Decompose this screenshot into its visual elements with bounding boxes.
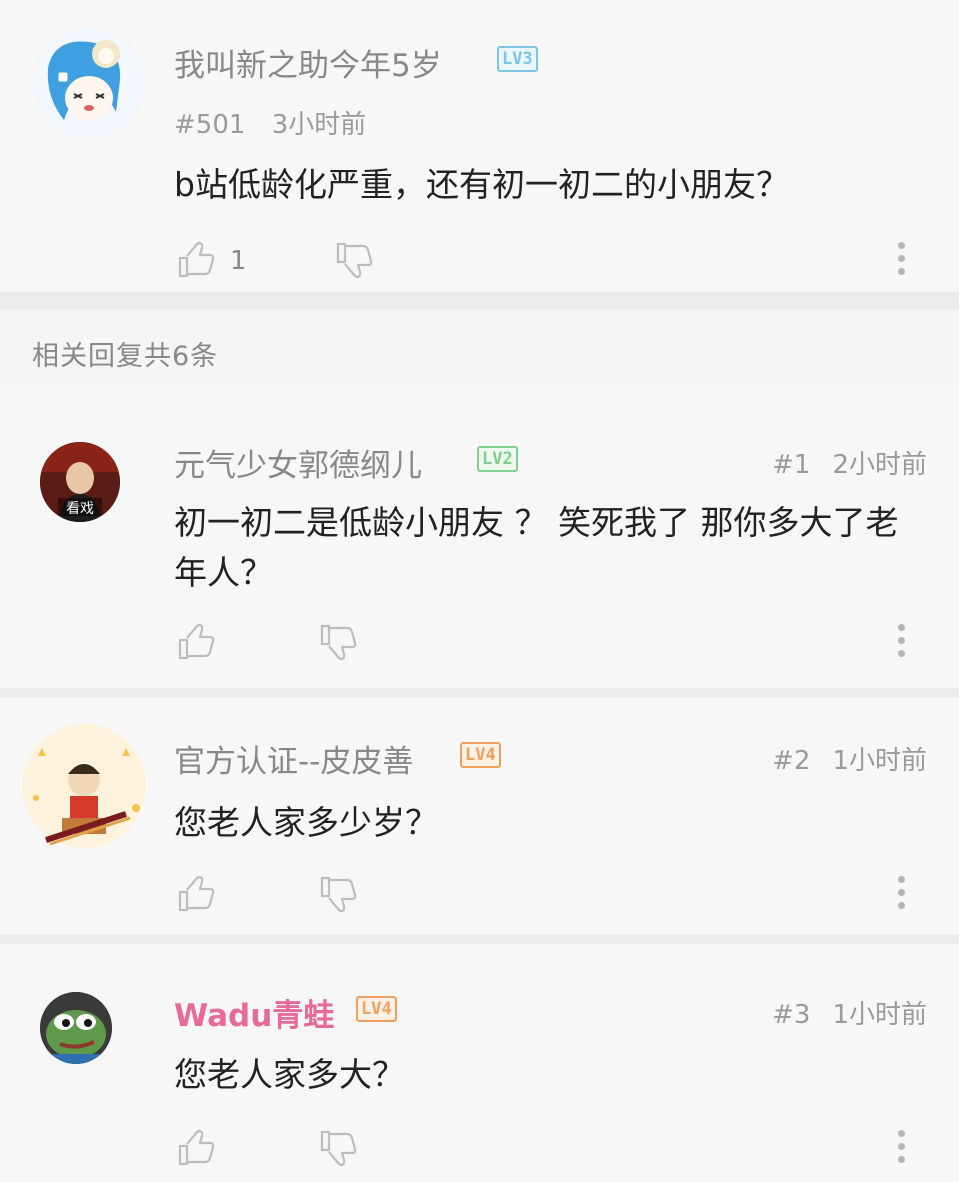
dislike-button[interactable] xyxy=(318,622,358,662)
floor-number: #3 xyxy=(772,1000,811,1030)
replies-count-label: 相关回复共6条 xyxy=(32,341,219,372)
thumbs-down-icon xyxy=(320,876,357,913)
comment-content: b站低龄化严重，还有初一初二的小朋友？ xyxy=(174,165,789,204)
thumbs-up-icon xyxy=(178,241,215,278)
dislike-button[interactable] xyxy=(334,240,374,280)
thumbs-up-icon xyxy=(178,1129,215,1166)
level-badge: LV2 xyxy=(477,446,518,472)
level-badge: LV4 xyxy=(356,996,397,1022)
reply-content: 初一初二是低龄小朋友 ？ 笑死我了 那你多大了老年人？ xyxy=(174,503,899,592)
reply-content: 您老人家多大？ xyxy=(174,1055,405,1094)
more-options-icon[interactable] xyxy=(896,624,906,664)
avatar[interactable] xyxy=(16,718,152,854)
dislike-button[interactable] xyxy=(318,874,358,914)
thumbs-down-icon xyxy=(320,1130,357,1167)
username[interactable]: 我叫新之助今年5岁 xyxy=(174,40,442,85)
reply-divider xyxy=(0,688,959,698)
username[interactable]: 官方认证--皮皮善 xyxy=(174,736,413,781)
reply-item: Wadu青蛙 LV4 #3 1小时前 您老人家多大？ xyxy=(0,944,959,1182)
timestamp: 2小时前 xyxy=(832,450,927,480)
thumbs-down-icon xyxy=(320,624,357,661)
timestamp: 3小时前 xyxy=(271,110,367,140)
more-options-icon[interactable] xyxy=(896,1130,906,1170)
reply-divider xyxy=(0,934,959,944)
floor-number: #501 xyxy=(174,110,246,140)
avatar[interactable] xyxy=(34,28,144,138)
root-comment: 我叫新之助今年5岁 LV3 #501 3小时前 b站低龄化严重，还有初一初二的小… xyxy=(0,0,959,292)
level-badge: LV4 xyxy=(460,742,501,768)
avatar[interactable] xyxy=(40,992,112,1064)
floor-number: #1 xyxy=(772,450,811,480)
avatar-caption: 看戏 xyxy=(66,501,94,517)
more-options-icon[interactable] xyxy=(896,242,906,282)
floor-number: #2 xyxy=(772,746,811,776)
cartoon-character-avatar-icon xyxy=(22,724,146,848)
reply-content: 您老人家多少岁？ xyxy=(174,803,438,842)
like-button[interactable] xyxy=(176,1128,216,1168)
thumbs-up-icon xyxy=(178,875,215,912)
floor-and-time: #3 1小时前 xyxy=(772,994,927,1031)
comment-meta: #501 3小时前 xyxy=(174,104,366,141)
floor-and-time: #2 1小时前 xyxy=(772,740,927,777)
reply-item: 官方认证--皮皮善 LV4 #2 1小时前 您老人家多少岁？ xyxy=(0,698,959,934)
avatar[interactable]: 看戏 xyxy=(40,442,120,522)
timestamp: 1小时前 xyxy=(832,1000,927,1030)
replies-header: 相关回复共6条 xyxy=(0,310,959,390)
like-button[interactable] xyxy=(176,622,216,662)
section-divider xyxy=(0,292,959,310)
anime-avatar-icon xyxy=(35,29,143,137)
username[interactable]: 元气少女郭德纲儿 xyxy=(174,440,422,485)
like-count: 1 xyxy=(230,246,247,276)
username[interactable]: Wadu青蛙 xyxy=(174,990,334,1035)
more-options-icon[interactable] xyxy=(896,876,906,916)
like-button[interactable] xyxy=(176,240,216,280)
thumbs-up-icon xyxy=(178,623,215,660)
level-badge: LV3 xyxy=(497,46,538,72)
like-button[interactable] xyxy=(176,874,216,914)
frog-avatar-icon xyxy=(40,992,112,1064)
floor-and-time: #1 2小时前 xyxy=(772,444,927,481)
timestamp: 1小时前 xyxy=(832,746,927,776)
thumbs-down-icon xyxy=(336,242,373,279)
reply-item: 看戏 元气少女郭德纲儿 LV2 #1 2小时前 初一初二是低龄小朋友 ？ 笑死我了… xyxy=(0,390,959,688)
dislike-button[interactable] xyxy=(318,1128,358,1168)
